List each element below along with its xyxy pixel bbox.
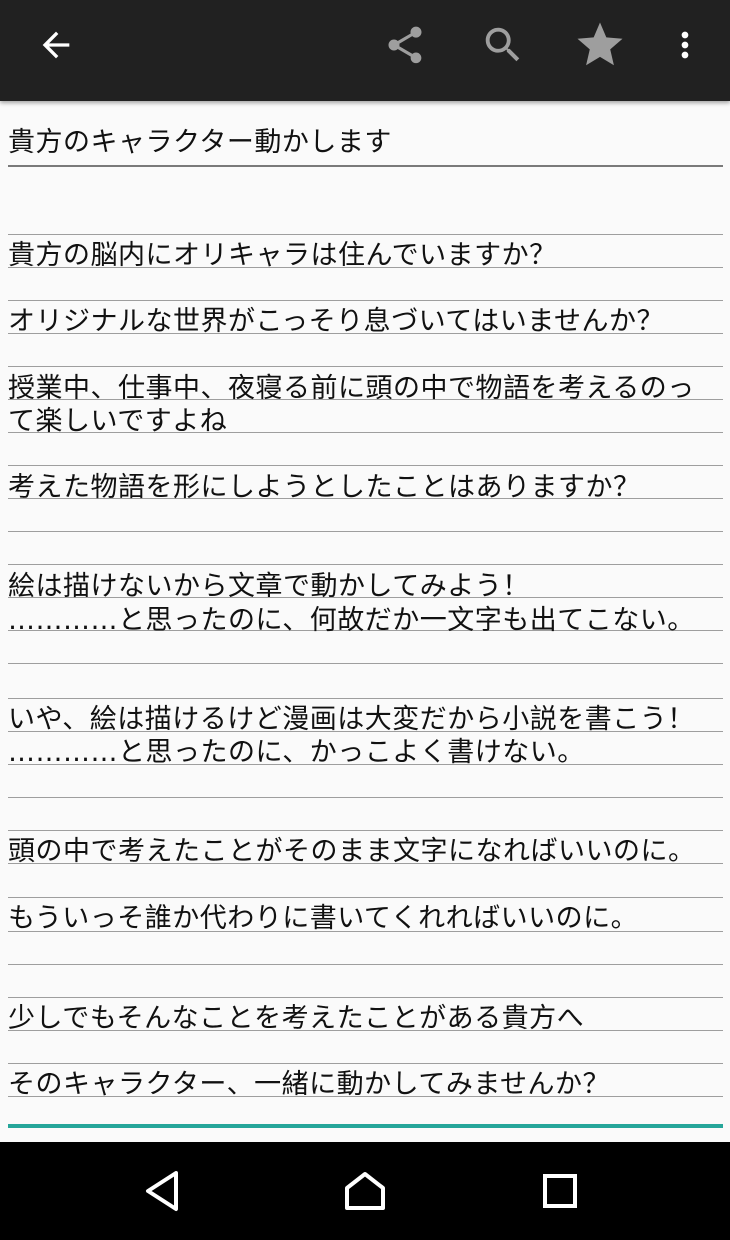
ruled-line bbox=[8, 234, 723, 235]
share-icon bbox=[388, 26, 422, 64]
ruled-line bbox=[8, 964, 723, 965]
editor-content: 貴方のキャラクター動かします 貴方の脳内にオリキャラは住んでいますか？ オリジナ… bbox=[0, 101, 730, 1142]
ruled-line bbox=[8, 1063, 723, 1064]
nav-back-icon bbox=[146, 1171, 178, 1211]
system-navigation-bar bbox=[0, 1142, 730, 1240]
share-button[interactable] bbox=[365, 0, 445, 90]
text-line: いや、絵は描けるけど漫画は大変だから小説を書こう！ bbox=[8, 704, 695, 735]
title-field[interactable]: 貴方のキャラクター動かします bbox=[8, 123, 723, 167]
nav-recents-button[interactable] bbox=[510, 1142, 610, 1240]
text-line: 貴方の脳内にオリキャラは住んでいますか？ bbox=[8, 240, 557, 271]
body-text-area[interactable]: 貴方の脳内にオリキャラは住んでいますか？ オリジナルな世界がこっそり息づいてはい… bbox=[8, 167, 723, 1127]
favorite-button[interactable] bbox=[560, 0, 640, 90]
ruled-line bbox=[8, 698, 723, 699]
ruled-line bbox=[8, 830, 723, 831]
text-line: …………と思ったのに、何故だか一文字も出てこない。 bbox=[8, 605, 695, 636]
text-line: …………と思ったのに、かっこよく書けない。 bbox=[8, 737, 585, 768]
ruled-line bbox=[8, 300, 723, 301]
focus-underline bbox=[8, 1124, 723, 1128]
text-line: 絵は描けないから文章で動かしてみよう！ bbox=[8, 571, 530, 602]
search-button[interactable] bbox=[463, 0, 543, 90]
ruled-line bbox=[8, 366, 723, 367]
text-line: 授業中、仕事中、夜寝る前に頭の中で物語を考えるのっ bbox=[8, 373, 695, 404]
nav-back-button[interactable] bbox=[112, 1142, 212, 1240]
nav-recents-icon bbox=[543, 1174, 577, 1208]
back-button[interactable] bbox=[16, 0, 96, 90]
text-line: そのキャラクター、一緒に動かしてみませんか？ bbox=[8, 1069, 611, 1100]
app-toolbar bbox=[0, 0, 730, 101]
ruled-line bbox=[8, 531, 723, 532]
text-line: て楽しいですよね bbox=[8, 406, 228, 437]
ruled-line bbox=[8, 997, 723, 998]
document-title: 貴方のキャラクター動かします bbox=[8, 127, 392, 158]
text-line: 少しでもそんなことを考えたことがある貴方へ bbox=[8, 1003, 585, 1034]
ruled-line bbox=[8, 465, 723, 466]
text-line: 頭の中で考えたことがそのまま文字になればいいのに。 bbox=[8, 836, 696, 867]
text-line: オリジナルな世界がこっそり息づいてはいませんか？ bbox=[8, 306, 664, 337]
nav-home-button[interactable] bbox=[315, 1142, 415, 1240]
ruled-line bbox=[8, 564, 723, 565]
nav-home-icon bbox=[345, 1172, 385, 1210]
search-icon bbox=[485, 27, 520, 62]
arrow-back-icon bbox=[42, 31, 70, 59]
text-line: もういっそ誰か代わりに書いてくれればいいのに。 bbox=[8, 903, 639, 934]
text-line: 考えた物語を形にしようとしたことはありますか？ bbox=[8, 472, 641, 503]
ruled-line bbox=[8, 663, 723, 664]
ruled-line bbox=[8, 897, 723, 898]
more-options-button[interactable] bbox=[645, 0, 725, 90]
more-vert-icon bbox=[681, 31, 689, 59]
star-icon bbox=[577, 22, 623, 66]
ruled-line bbox=[8, 797, 723, 798]
